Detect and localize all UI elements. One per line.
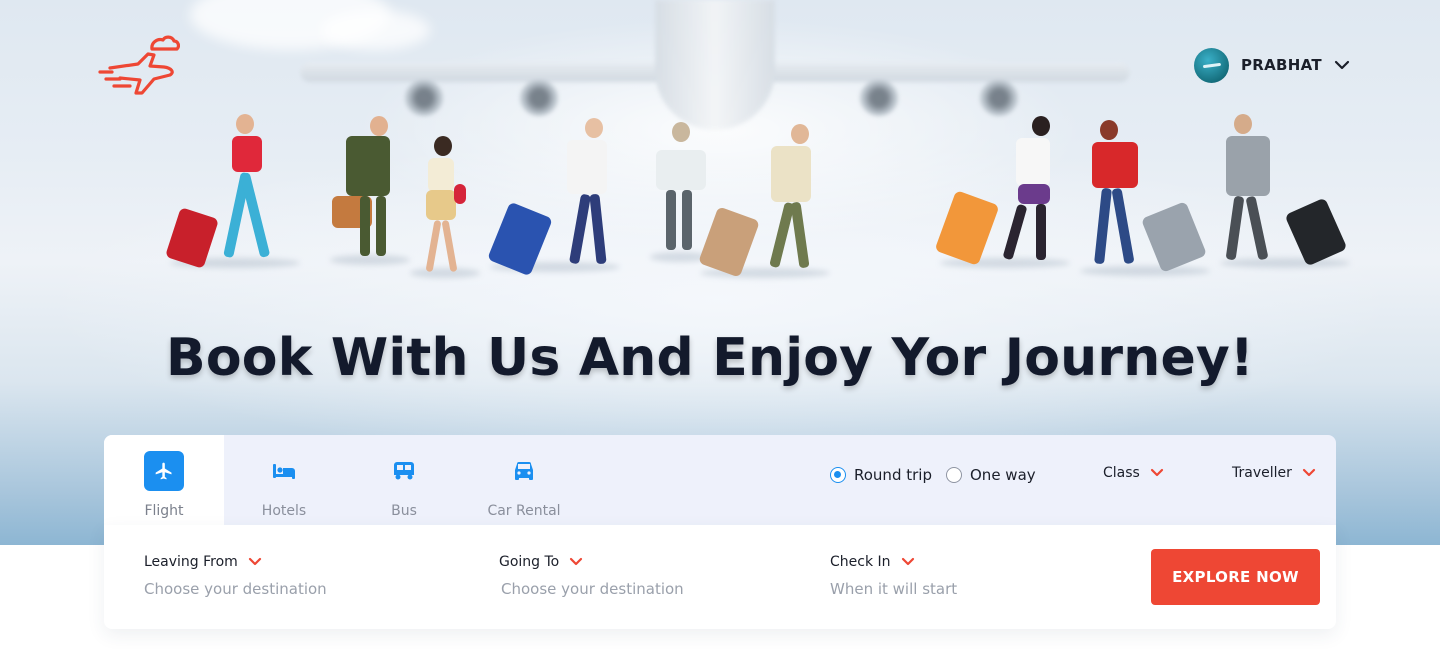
radio-selected-icon [830, 467, 846, 483]
tab-flight[interactable]: Flight [104, 435, 224, 525]
tab-hotels[interactable]: Hotels [224, 435, 344, 525]
field-placeholder: When it will start [830, 580, 958, 598]
user-name: PRABHAT [1241, 56, 1322, 74]
tab-label: Flight [144, 503, 184, 519]
tab-car-rental[interactable]: Car Rental [464, 435, 584, 525]
round-trip-radio[interactable]: Round trip [830, 466, 932, 484]
field-label: Check In [830, 554, 891, 570]
field-placeholder: Choose your destination [144, 580, 327, 598]
going-to-field[interactable]: Going To Choose your destination [499, 554, 684, 598]
hero-headline: Book With Us And Enjoy Yor Journey! [166, 328, 1254, 388]
explore-now-button[interactable]: EXPLORE NOW [1151, 549, 1320, 605]
plane-icon [144, 451, 184, 491]
chevron-down-icon [901, 557, 914, 566]
class-dropdown[interactable]: Class [1103, 465, 1164, 481]
tab-label: Bus [391, 503, 417, 519]
tab-label: Hotels [261, 503, 307, 519]
chevron-down-icon [570, 557, 583, 566]
logo[interactable] [96, 34, 181, 98]
radio-label: Round trip [854, 466, 932, 484]
traveller-dropdown[interactable]: Traveller [1232, 465, 1316, 481]
chevron-down-icon [1150, 468, 1163, 477]
one-way-radio[interactable]: One way [946, 466, 1036, 484]
bus-icon [384, 451, 424, 491]
tab-label: Car Rental [487, 503, 561, 519]
class-label: Class [1103, 465, 1140, 481]
leaving-from-field[interactable]: Leaving From Choose your destination [144, 554, 327, 598]
radio-label: One way [970, 466, 1036, 484]
field-label: Going To [499, 554, 560, 570]
field-placeholder: Choose your destination [501, 580, 684, 598]
car-icon [504, 451, 544, 491]
bed-icon [264, 451, 304, 491]
chevron-down-icon [1302, 468, 1315, 477]
avatar-icon [1194, 47, 1229, 83]
tab-bus[interactable]: Bus [344, 435, 464, 525]
chevron-down-icon [1334, 60, 1350, 70]
plane-logo-icon [98, 35, 181, 95]
check-in-field[interactable]: Check In When it will start [830, 554, 957, 598]
field-label: Leaving From [144, 554, 238, 570]
radio-empty-icon [946, 467, 962, 483]
chevron-down-icon [248, 557, 261, 566]
traveller-label: Traveller [1232, 465, 1292, 481]
user-menu[interactable]: PRABHAT [1194, 47, 1350, 83]
